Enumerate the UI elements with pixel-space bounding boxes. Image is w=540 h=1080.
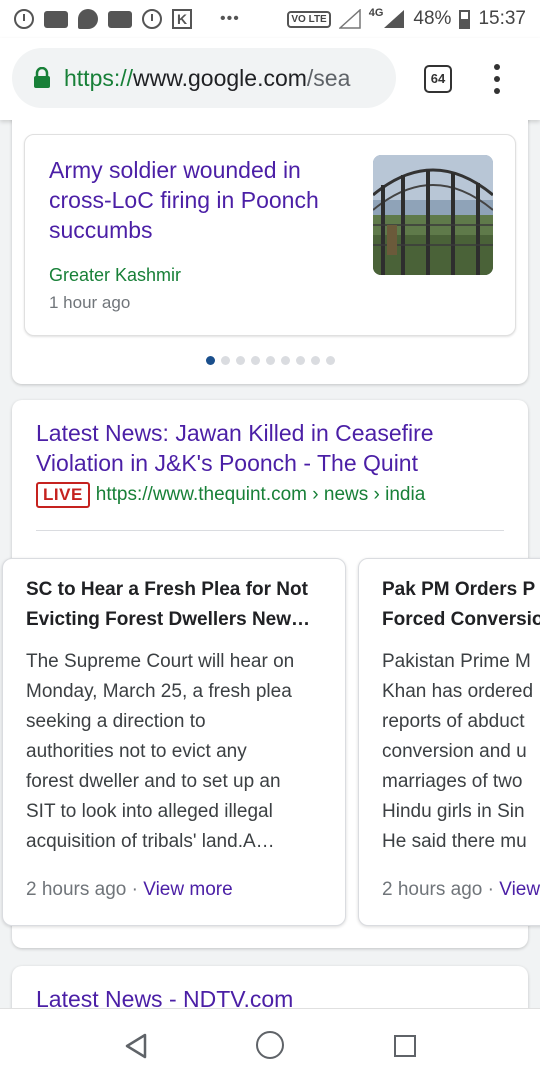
snippet-line: seeking a direction to (26, 711, 206, 732)
snippet-line: conversion and u (382, 741, 527, 762)
battery-icon (459, 9, 471, 29)
divider (36, 530, 504, 531)
carousel-pager (12, 356, 528, 365)
news-time: 2 hours ago (26, 879, 127, 900)
pager-dot[interactable] (310, 356, 320, 365)
pager-dot[interactable] (220, 356, 230, 365)
news-card[interactable]: Pak PM Orders P Forced Conversio Pakista… (358, 558, 540, 926)
omnibox[interactable]: https://www.google.com/sea (12, 48, 396, 108)
pager-dot[interactable] (325, 356, 335, 365)
top-story-source: Greater Kashmir (49, 265, 182, 285)
signal-icon (384, 10, 405, 28)
snippet-line: authorities not to evict any (26, 741, 247, 762)
result-url: https://www.thequint.com › news › india (95, 484, 426, 505)
menu-dot (494, 76, 500, 82)
lock-icon (34, 67, 50, 88)
pager-dot[interactable] (265, 356, 275, 365)
news-card-meta: 2 hours ago · View (382, 879, 540, 901)
pager-dot[interactable] (235, 356, 245, 365)
result-title-link[interactable]: Latest News: Jawan Killed in Ceasefire V… (36, 418, 506, 478)
meta-separator: · (482, 879, 500, 900)
url-scheme: https:// (64, 64, 134, 91)
top-story-thumbnail[interactable] (373, 155, 493, 275)
battery-percentage: 48% (413, 8, 452, 29)
news-card-title[interactable]: SC to Hear a Fresh Plea for Not Evicting… (26, 575, 326, 635)
alarm-icon (14, 9, 34, 29)
news-card-meta: 2 hours ago · View more (26, 879, 233, 901)
message-icon (44, 10, 68, 28)
search-results: Army soldier wounded in cross-LoC firing… (0, 120, 540, 1008)
top-story-time: 1 hour ago (49, 293, 131, 312)
network-type: 4G (368, 7, 384, 19)
app-notification-icon (78, 9, 98, 29)
url-path: /sea (306, 64, 351, 91)
url-text: https://www.google.com/sea (64, 65, 350, 92)
result-cite: LIVE https://www.thequint.com › news › i… (36, 482, 425, 508)
back-icon[interactable] (124, 1033, 148, 1059)
news-title-line: Evicting Forest Dwellers New… (26, 609, 311, 630)
snippet-line: The Supreme Court will hear on (26, 651, 295, 672)
snippet-line: acquisition of tribals' land.A… (26, 831, 275, 852)
meta-separator: · (126, 879, 144, 900)
signal-empty-icon (338, 9, 361, 29)
pager-dot[interactable] (250, 356, 260, 365)
top-story-title[interactable]: Army soldier wounded in cross-LoC firing… (49, 155, 349, 245)
border-fence-image (373, 155, 493, 275)
news-title-line: SC to Hear a Fresh Plea for Not (26, 579, 308, 600)
home-icon[interactable] (256, 1031, 284, 1059)
pager-dot[interactable] (295, 356, 305, 365)
live-badge: LIVE (36, 482, 90, 508)
news-card-snippet: The Supreme Court will hear on Monday, M… (26, 647, 326, 857)
more-notifications-icon: ••• (220, 10, 240, 27)
search-result-ndtv: Latest News - NDTV.com (12, 966, 528, 1008)
snippet-line: reports of abduct (382, 711, 525, 732)
k-app-icon: K (172, 9, 192, 29)
snippet-line: Hindu girls in Sin (382, 801, 525, 822)
message-icon (108, 10, 132, 28)
menu-dot (494, 88, 500, 94)
system-navigation-bar (0, 1008, 540, 1080)
tab-switcher-button[interactable]: 64 (424, 65, 452, 93)
news-title-line: Forced Conversio (382, 609, 540, 630)
status-bar: K ••• VO LTE 4G 48% 15:37 (0, 0, 540, 38)
pager-dot[interactable] (280, 356, 290, 365)
news-title-line: Pak PM Orders P (382, 579, 536, 600)
overflow-menu-button[interactable] (487, 60, 507, 98)
news-card-snippet: Pakistan Prime M Khan has ordered report… (382, 647, 540, 857)
clock-time: 15:37 (478, 8, 526, 29)
view-more-link[interactable]: View more (143, 879, 232, 900)
recent-apps-icon[interactable] (394, 1035, 416, 1057)
menu-dot (494, 64, 500, 70)
alarm-icon (142, 9, 162, 29)
snippet-line: Pakistan Prime M (382, 651, 531, 672)
snippet-line: He said there mu (382, 831, 527, 852)
snippet-line: SIT to look into alleged illegal (26, 801, 273, 822)
snippet-line: Khan has ordered (382, 681, 534, 702)
top-stories-carousel: Army soldier wounded in cross-LoC firing… (12, 120, 528, 384)
volte-icon: VO LTE (287, 10, 331, 28)
snippet-line: marriages of two (382, 771, 523, 792)
url-host: www.google.com (133, 64, 307, 91)
news-card-title[interactable]: Pak PM Orders P Forced Conversio (382, 575, 540, 635)
snippet-line: Monday, March 25, a fresh plea (26, 681, 292, 702)
news-card[interactable]: SC to Hear a Fresh Plea for Not Evicting… (2, 558, 346, 926)
snippet-line: forest dweller and to set up an (26, 771, 281, 792)
result-title-link[interactable]: Latest News - NDTV.com (36, 986, 293, 1008)
top-story-card[interactable]: Army soldier wounded in cross-LoC firing… (24, 134, 516, 336)
pager-dot[interactable] (205, 356, 215, 365)
news-time: 2 hours ago (382, 879, 483, 900)
browser-toolbar: https://www.google.com/sea 64 (0, 38, 540, 120)
view-more-link[interactable]: View (499, 879, 540, 900)
